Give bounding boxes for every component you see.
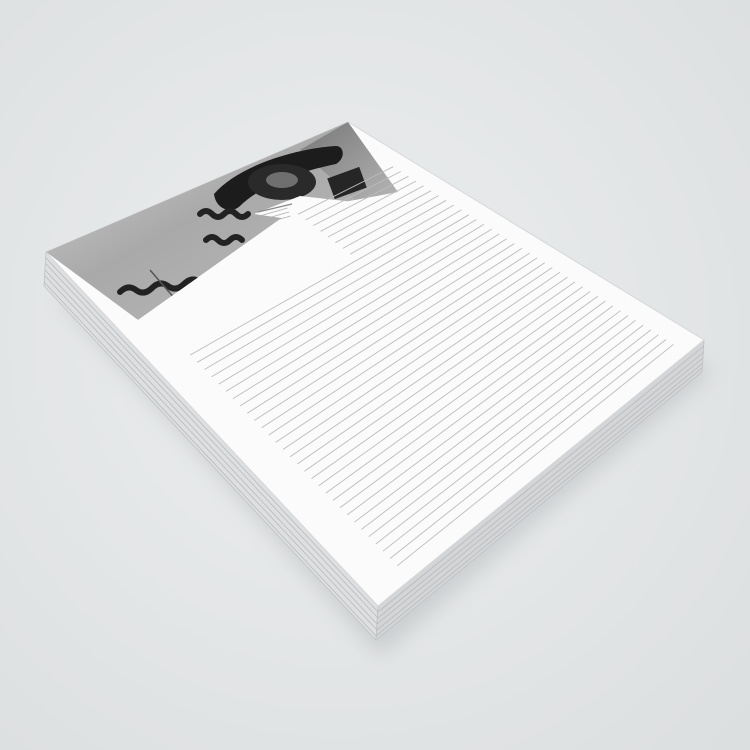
product-photo bbox=[0, 0, 750, 750]
